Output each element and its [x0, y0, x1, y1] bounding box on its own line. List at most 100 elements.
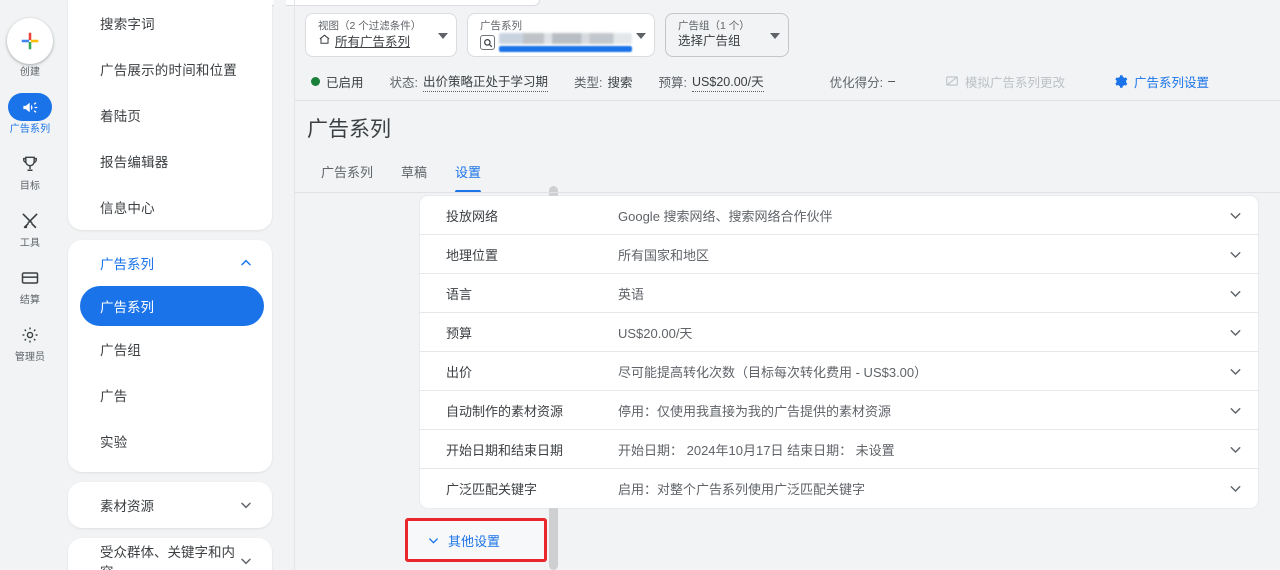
nav-group-header-campaigns[interactable]: 广告系列: [68, 240, 272, 286]
campaign-budget-value[interactable]: US$20.00/天: [692, 71, 764, 92]
campaign-type: 类型: 搜索: [574, 72, 633, 91]
chevron-down-icon[interactable]: [636, 33, 646, 39]
settings-row-value: 英语: [618, 286, 645, 302]
settings-row-label: 预算: [446, 325, 473, 341]
content-area: 视图（2 个过滤条件） 所有广告系列 广告系列 广告组（1 个） 选择广告组 已…: [295, 0, 1280, 570]
chevron-down-icon: [426, 533, 441, 548]
campaign-selector[interactable]: 广告系列: [467, 13, 655, 57]
other-settings-toggle[interactable]: 其他设置: [405, 518, 547, 562]
bid-strategy-status-key: 状态:: [389, 75, 418, 90]
rail-label-billing: 结算: [19, 295, 41, 306]
settings-row-broad-match-keywords[interactable]: 广泛匹配关键字 启用：对整个广告系列使用广泛匹配关键字: [420, 469, 1258, 508]
rail-item-billing[interactable]: 结算: [0, 264, 60, 307]
campaign-settings-link[interactable]: 广告系列设置: [1113, 72, 1209, 91]
settings-row-bidding[interactable]: 出价 尽可能提高转化次数（目标每次转化费用 - US$3.00）: [420, 352, 1258, 391]
rail-label-goals: 目标: [19, 181, 41, 192]
settings-row-languages[interactable]: 语言 英语: [420, 274, 1258, 313]
settings-row-value: Google 搜索网络、搜索网络合作伙伴: [618, 208, 833, 224]
simulate-icon: [945, 74, 959, 88]
nav-group-assets[interactable]: 素材资源: [68, 482, 272, 528]
settings-row-label: 开始日期和结束日期: [446, 442, 564, 458]
nav-item-search-terms[interactable]: 搜索字词: [68, 0, 272, 46]
rail-item-goals[interactable]: 目标: [0, 150, 60, 193]
bid-strategy-status-value[interactable]: 出价策略正处于学习期: [423, 71, 549, 92]
chevron-down-icon[interactable]: [1212, 480, 1258, 497]
other-settings-row-background: [437, 526, 1259, 554]
rail-label-admin: 管理员: [14, 352, 46, 363]
settings-row-automated-assets[interactable]: 自动制作的素材资源 停用：仅使用我直接为我的广告提供的素材资源: [420, 391, 1258, 430]
other-settings-highlight: 其他设置: [405, 518, 547, 562]
secondary-nav: 搜索字词 广告展示的时间和位置 着陆页 报告编辑器 信息中心 广告系列 广告系列…: [68, 0, 272, 570]
settings-row-label: 出价: [446, 364, 473, 380]
chevron-down-icon[interactable]: [1212, 324, 1258, 341]
rail-label-campaigns: 广告系列: [9, 124, 51, 135]
simulate-campaign-changes-button: 模拟广告系列更改: [945, 72, 1065, 91]
ad-group-selector-label: 广告组（1 个）: [678, 20, 750, 32]
nav-card-reports: 搜索字词 广告展示的时间和位置 着陆页 报告编辑器 信息中心: [68, 0, 272, 230]
status-badge-label: 已启用: [326, 75, 364, 90]
rail-label-tools: 工具: [19, 238, 41, 249]
status-badge: 已启用: [311, 72, 364, 91]
nav-item-ad-groups[interactable]: 广告组: [68, 326, 272, 372]
plus-icon: [7, 18, 53, 64]
chevron-down-icon[interactable]: [1212, 441, 1258, 458]
chevron-down-icon[interactable]: [1212, 402, 1258, 419]
campaign-budget-key: 预算:: [658, 75, 687, 90]
nav-item-experiments[interactable]: 实验: [68, 418, 272, 464]
chevron-down-icon[interactable]: [1212, 285, 1258, 302]
settings-row-value: US$20.00/天: [618, 325, 693, 341]
ad-group-selector-value: 选择广告组: [678, 34, 741, 48]
tab-drafts[interactable]: 草稿: [387, 162, 441, 193]
settings-row-locations[interactable]: 地理位置 所有国家和地区: [420, 235, 1258, 274]
gear-icon: [8, 321, 52, 349]
settings-row-value: 启用：对整个广告系列使用广泛匹配关键字: [618, 482, 866, 497]
rail-label-create: 创建: [19, 67, 41, 78]
tab-label: 设置: [455, 165, 482, 180]
settings-row-value: 停用：仅使用我直接为我的广告提供的素材资源: [618, 403, 892, 419]
view-selector-label: 视图（2 个过滤条件）: [318, 20, 422, 32]
optimization-score: 优化得分: –: [830, 72, 895, 91]
tab-settings[interactable]: 设置: [441, 162, 495, 193]
other-settings-label: 其他设置: [448, 533, 501, 549]
chevron-down-icon[interactable]: [1212, 207, 1258, 224]
settings-row-value: 尽可能提高转化次数（目标每次转化费用 - US$3.00）: [618, 364, 928, 380]
rail-item-campaigns[interactable]: 广告系列: [0, 93, 60, 136]
horizontal-divider: [295, 100, 1280, 101]
nav-item-campaigns-selected[interactable]: 广告系列: [80, 286, 264, 326]
settings-row-label: 语言: [446, 286, 473, 302]
nav-item-label: 实验: [100, 435, 128, 450]
settings-row-start-end-dates[interactable]: 开始日期和结束日期 开始日期： 2024年10月17日 结束日期： 未设置: [420, 430, 1258, 469]
status-dot-icon: [311, 76, 320, 86]
tab-bar: 广告系列 草稿 设置: [307, 162, 495, 193]
chevron-down-icon[interactable]: [438, 33, 448, 39]
rail-item-create[interactable]: 创建: [0, 18, 60, 79]
page-title: 广告系列: [307, 118, 391, 141]
nav-item-dashboards[interactable]: 信息中心: [68, 184, 272, 230]
rail-item-admin[interactable]: 管理员: [0, 321, 60, 364]
view-selector-value[interactable]: 所有广告系列: [335, 34, 410, 51]
rail-item-tools[interactable]: 工具: [0, 207, 60, 250]
tab-label: 草稿: [401, 165, 428, 180]
chevron-down-icon[interactable]: [770, 33, 780, 39]
tab-bar-underline: [295, 192, 1280, 193]
nav-scrollbar[interactable]: [274, 0, 558, 570]
optimization-score-value: –: [888, 74, 896, 88]
nav-item-label: 广告系列: [100, 300, 154, 315]
tools-icon: [8, 207, 52, 235]
tab-campaigns[interactable]: 广告系列: [307, 162, 387, 193]
campaign-type-key: 类型:: [574, 75, 603, 90]
settings-row-networks[interactable]: 投放网络 Google 搜索网络、搜索网络合作伙伴: [420, 196, 1258, 235]
campaign-selector-label: 广告系列: [480, 20, 522, 32]
chevron-down-icon[interactable]: [1212, 363, 1258, 380]
nav-group-audiences-keywords-content[interactable]: 受众群体、关键字和内容: [68, 538, 272, 570]
nav-item-landing-pages[interactable]: 着陆页: [68, 92, 272, 138]
nav-item-report-editor[interactable]: 报告编辑器: [68, 138, 272, 184]
ad-group-selector[interactable]: 广告组（1 个） 选择广告组: [665, 13, 789, 57]
campaign-type-value: 搜索: [607, 75, 633, 90]
nav-item-when-where-ads-showed[interactable]: 广告展示的时间和位置: [68, 46, 272, 92]
chevron-down-icon[interactable]: [1212, 246, 1258, 263]
view-selector[interactable]: 视图（2 个过滤条件） 所有广告系列: [305, 13, 457, 57]
nav-item-ads[interactable]: 广告: [68, 372, 272, 418]
settings-row-budget[interactable]: 预算 US$20.00/天: [420, 313, 1258, 352]
settings-row-label: 自动制作的素材资源: [446, 403, 564, 419]
